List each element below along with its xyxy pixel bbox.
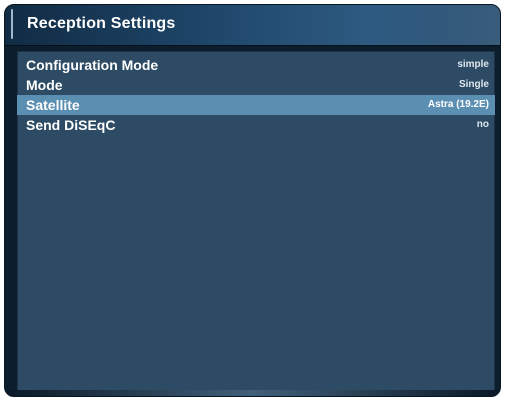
setting-value: Single [458, 79, 489, 90]
settings-list-panel: Configuration Mode simple Mode Single Sa… [17, 51, 495, 391]
setting-label: Mode [26, 77, 63, 93]
settings-list: Configuration Mode simple Mode Single Sa… [17, 55, 495, 135]
setting-value: simple [457, 59, 489, 70]
setting-row-configuration-mode[interactable]: Configuration Mode simple [17, 55, 495, 75]
setting-label: Satellite [26, 97, 80, 113]
title-bar: Reception Settings [5, 5, 500, 46]
setting-row-mode[interactable]: Mode Single [17, 75, 495, 95]
setting-label: Configuration Mode [26, 57, 159, 73]
reception-settings-window: Reception Settings Configuration Mode si… [4, 4, 501, 397]
setting-row-send-diseqc[interactable]: Send DiSEqC no [17, 115, 495, 135]
setting-value: Astra (19.2E) [427, 99, 489, 110]
setting-label: Send DiSEqC [26, 117, 116, 133]
window-title: Reception Settings [27, 15, 176, 32]
setting-value: no [476, 119, 489, 130]
setting-row-satellite[interactable]: Satellite Astra (19.2E) [17, 95, 495, 115]
